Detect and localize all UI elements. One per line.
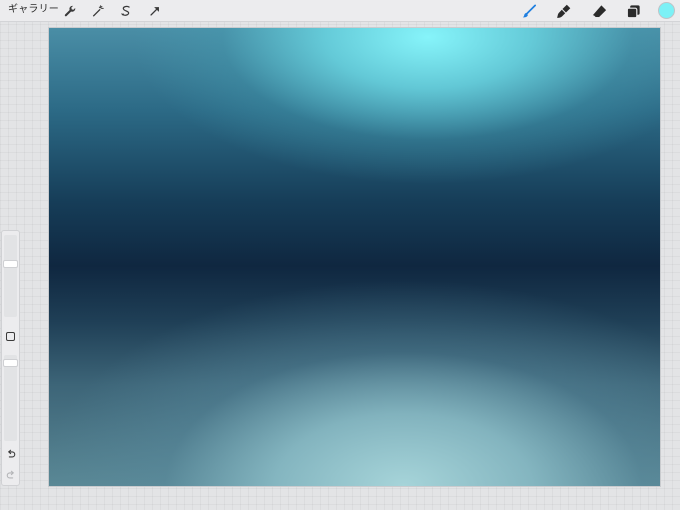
wrench-icon[interactable] (62, 3, 78, 19)
brush-size-slider[interactable] (3, 235, 18, 317)
color-picker-button[interactable] (658, 2, 675, 19)
modify-button[interactable] (6, 332, 15, 341)
side-bar (1, 230, 20, 486)
smudge-icon[interactable] (554, 2, 572, 20)
redo-icon[interactable] (4, 468, 18, 482)
transform-arrow-icon[interactable] (147, 3, 163, 19)
opacity-slider[interactable] (3, 355, 18, 441)
magic-wand-icon[interactable] (90, 3, 106, 19)
brush-size-thumb[interactable] (3, 260, 18, 268)
drawing-canvas[interactable] (49, 28, 660, 486)
eraser-icon[interactable] (590, 2, 608, 20)
brush-icon[interactable] (520, 2, 538, 20)
undo-icon[interactable] (4, 447, 18, 461)
top-toolbar: ギャラリー (0, 0, 680, 22)
layers-icon[interactable] (624, 2, 642, 20)
gallery-button[interactable]: ギャラリー (8, 3, 59, 17)
selection-icon[interactable] (118, 3, 134, 19)
opacity-thumb[interactable] (3, 359, 18, 367)
